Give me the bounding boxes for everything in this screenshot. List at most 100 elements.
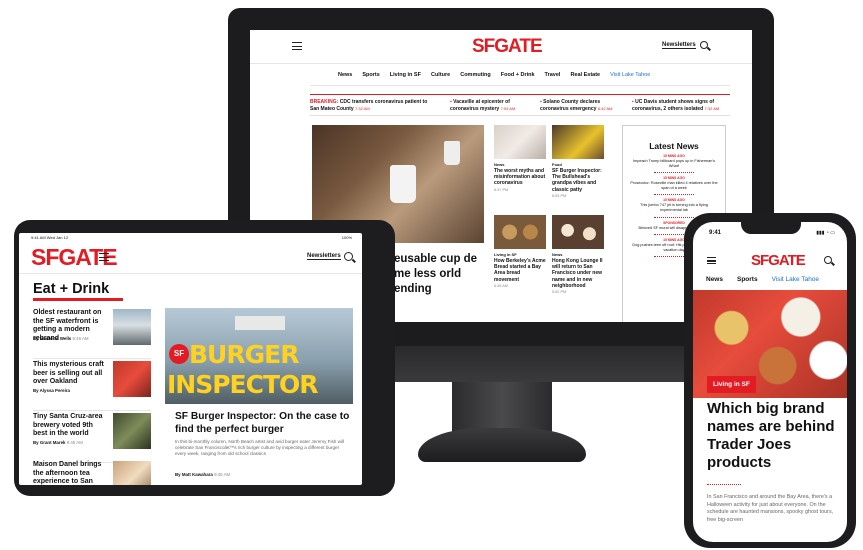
burger-inspector-wordmark: BURGER	[189, 340, 299, 369]
nav-item-sports[interactable]: Sports	[737, 276, 758, 283]
story-time: 6:45 AM	[494, 283, 508, 288]
nav-item-visit-lake-tahoe[interactable]: Visit Lake Tahoe	[610, 72, 650, 78]
story-thumbnail	[113, 309, 151, 345]
story-thumbnail	[552, 125, 604, 159]
story-category: News	[552, 252, 563, 257]
nav-item-culture[interactable]: Culture	[431, 72, 450, 78]
coffee-cup-photo	[390, 165, 416, 203]
header-divider	[19, 273, 362, 274]
story-thumbnail	[494, 215, 546, 249]
status-bar-time: 9:41	[709, 230, 722, 236]
story-category: News	[494, 162, 505, 167]
story-thumbnail	[113, 461, 151, 485]
article-headline[interactable]: Which big brand names are behind Trader …	[707, 400, 837, 472]
newsletters-link[interactable]: Newsletters	[307, 253, 341, 260]
breaking-item[interactable]: ▪ Solano County declares coronavirus eme…	[540, 99, 622, 112]
mobile-nav: News Sports Visit Lake Tahoe	[706, 276, 819, 283]
feature-headline[interactable]: SF Burger Inspector: On the case to find…	[175, 411, 351, 436]
story-category: Food	[552, 162, 562, 167]
divider	[707, 482, 741, 485]
feature-description: In this bi-monthly column, North Beach a…	[175, 439, 345, 456]
nav-item-sports[interactable]: Sports	[362, 72, 379, 78]
breaking-item[interactable]: BREAKING: CDC transfers coronavirus pati…	[310, 99, 430, 112]
category-badge[interactable]: Living in SF	[707, 376, 756, 393]
story-thumbnail	[113, 361, 151, 397]
divider	[33, 410, 151, 411]
story-thumbnail	[494, 125, 546, 159]
story-time: 6:37 PM	[494, 187, 509, 192]
story-byline: By Grant Marek 9:45 AM	[33, 440, 83, 445]
story-headline: Hong Kong Lounge II will return to San F…	[552, 258, 603, 289]
divider	[33, 358, 151, 359]
monitor-stand-base	[418, 428, 586, 462]
story-thumbnail	[113, 413, 151, 449]
tablet-screen: 9:41 AM Wed Jan 12 100% SFGATE Newslette…	[19, 233, 362, 485]
nav-item-news[interactable]: News	[706, 276, 723, 283]
latest-news-title: Latest News	[649, 141, 699, 151]
story-byline: By Madeline Wells 9:45 AM	[33, 336, 89, 341]
status-bar-time: 9:41 AM Wed Jan 12	[31, 235, 69, 240]
story-headline: This mysterious craft beer is selling ou…	[33, 361, 104, 386]
hamburger-menu-icon[interactable]	[99, 253, 109, 261]
story-headline: SF Burger Inspector: The Bullshead's gra…	[552, 168, 602, 193]
hamburger-menu-icon[interactable]	[292, 42, 302, 50]
hamburger-menu-icon[interactable]	[707, 257, 716, 264]
phone-screen: 9:41 ▮▮▮ ◔ ▭ SFGATE News Sports Visit La…	[693, 222, 847, 542]
nav-divider	[310, 85, 730, 86]
breaking-news-bar: BREAKING: CDC transfers coronavirus pati…	[310, 94, 730, 116]
section-underline	[33, 298, 123, 301]
divider	[654, 170, 694, 174]
nav-item-visit-lake-tahoe[interactable]: Visit Lake Tahoe	[772, 276, 819, 283]
list-item[interactable]: Maison Danel brings the afternoon tea ex…	[33, 461, 151, 485]
feature-image[interactable]: BURGER SF INSPECTOR	[165, 308, 353, 404]
story-card[interactable]: Living in SF How Berkeley’s Acme Bread s…	[494, 215, 546, 288]
site-logo[interactable]: SFGATE	[472, 36, 543, 58]
hero-headline[interactable]: eusable cup de me less orld ending	[394, 252, 494, 297]
latest-news-item[interactable]: 15 MINS AGO Prosecutor: Roseville man ki…	[629, 176, 719, 196]
latest-news-item[interactable]: 15 MINS AGO Impeach Trump billboard pops…	[629, 154, 719, 174]
story-headline: Maison Danel brings the afternoon tea ex…	[33, 461, 102, 485]
story-thumbnail	[552, 215, 604, 249]
main-nav: News Sports Living in SF Culture Commuti…	[338, 72, 718, 78]
site-logo[interactable]: SFGATE	[751, 252, 806, 269]
nav-item-commuting[interactable]: Commuting	[460, 72, 491, 78]
section-title: Eat + Drink	[33, 281, 110, 297]
search-icon[interactable]	[344, 252, 353, 261]
breaking-item[interactable]: ▪ Vacaville at epicenter of coronavirus …	[450, 99, 532, 112]
story-category: Living in SF	[494, 252, 517, 257]
story-headline: How Berkeley’s Acme Bread started a Bay …	[494, 258, 546, 283]
divider	[654, 215, 694, 218]
nav-item-living-in-sf[interactable]: Living in SF	[390, 72, 421, 78]
story-card[interactable]: Food SF Burger Inspector: The Bullshead'…	[552, 125, 604, 198]
burger-inspector-wordmark: INSPECTOR	[167, 370, 319, 399]
coffee-cup-photo	[444, 141, 460, 165]
battery-level: 100%	[341, 235, 352, 240]
list-item[interactable]: This mysterious craft beer is selling ou…	[33, 361, 151, 411]
list-item[interactable]: Tiny Santa Cruz-area brewery voted 9th b…	[33, 413, 151, 463]
search-icon[interactable]	[824, 256, 832, 264]
nav-item-food-drink[interactable]: Food + Drink	[501, 72, 535, 78]
article-summary: In San Francisco and around the Bay Area…	[707, 494, 834, 523]
newsletters-link[interactable]: Newsletters	[662, 42, 696, 49]
signal-battery-icon: ▮▮▮ ◔ ▭	[816, 230, 835, 236]
nav-item-travel[interactable]: Travel	[545, 72, 561, 78]
monitor-stand-neck	[452, 382, 552, 432]
storefront-sign	[235, 316, 285, 330]
story-byline: By Alyssa Pereira	[33, 388, 70, 393]
story-card[interactable]: News The worst myths and misinformation …	[494, 125, 546, 192]
story-headline: The worst myths and misinformation about…	[494, 168, 546, 187]
story-card[interactable]: News Hong Kong Lounge II will return to …	[552, 215, 604, 294]
story-headline: Tiny Santa Cruz-area brewery voted 9th b…	[33, 413, 103, 438]
list-item[interactable]: Oldest restaurant on the SF waterfront i…	[33, 309, 151, 359]
nav-item-real-estate[interactable]: Real Estate	[570, 72, 600, 78]
story-time: 6:53 PM	[552, 193, 567, 198]
sf-badge: SF	[169, 344, 189, 364]
breaking-item[interactable]: ▪ UC Davis student shows signs of corona…	[632, 99, 730, 112]
site-header: SFGATE Newsletters	[250, 30, 752, 64]
nav-item-news[interactable]: News	[338, 72, 352, 78]
story-time: 5:52 PM	[552, 290, 567, 295]
feature-byline: By Matt Kawahara 9:45 AM	[175, 472, 231, 477]
search-icon[interactable]	[700, 41, 708, 49]
phone-notch	[741, 222, 801, 234]
divider	[654, 192, 694, 196]
